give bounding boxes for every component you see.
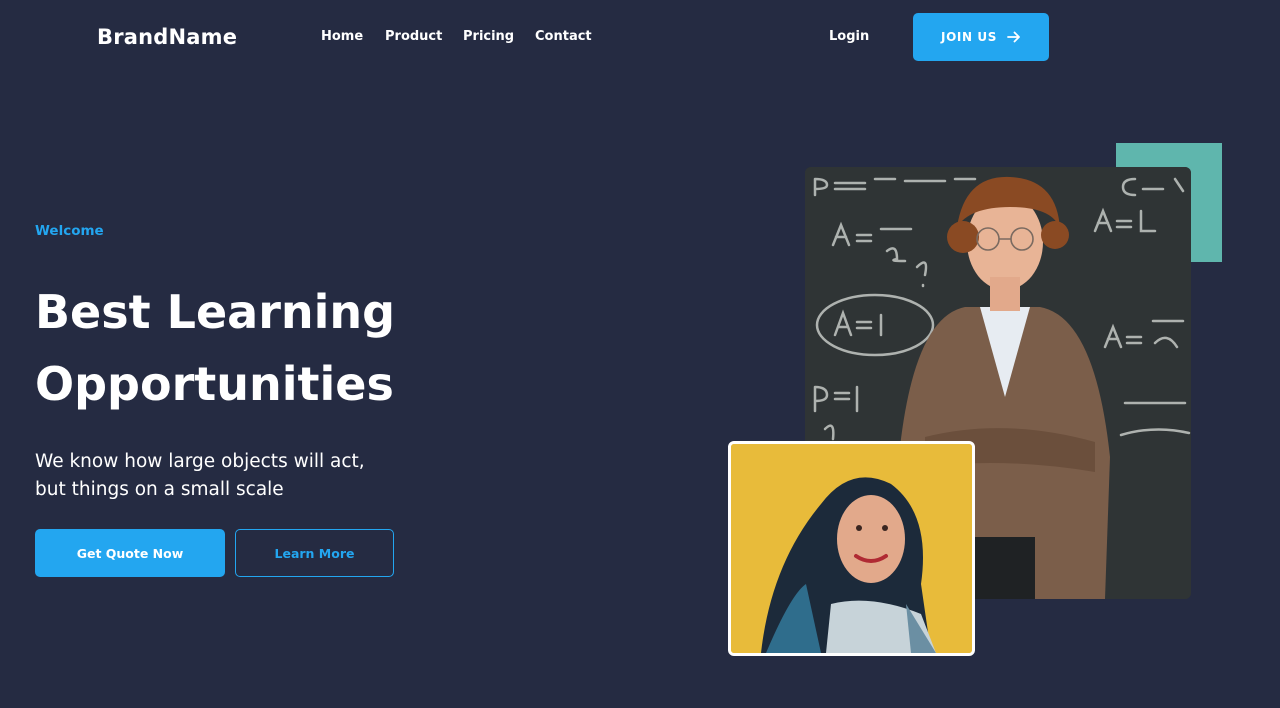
student-photo xyxy=(728,441,975,656)
nav-product[interactable]: Product xyxy=(385,29,442,44)
join-us-button[interactable]: JOIN US xyxy=(913,13,1049,61)
nav-pricing[interactable]: Pricing xyxy=(463,29,514,44)
login-link[interactable]: Login xyxy=(829,29,869,44)
get-quote-button[interactable]: Get Quote Now xyxy=(35,529,225,577)
hero-eyebrow: Welcome xyxy=(35,223,104,239)
hero-title: Best Learning Opportunities xyxy=(35,276,595,420)
learn-more-button[interactable]: Learn More xyxy=(235,529,394,577)
hero-title-line1: Best Learning xyxy=(35,285,396,339)
brand-logo[interactable]: BrandName xyxy=(97,25,237,49)
hero-title-line2: Opportunities xyxy=(35,357,394,411)
hero-subtitle: We know how large objects will act, but … xyxy=(35,448,455,504)
hero-subtitle-line2: but things on a small scale xyxy=(35,479,284,500)
nav-home[interactable]: Home xyxy=(321,29,363,44)
student-illustration xyxy=(731,444,972,653)
arrow-right-icon xyxy=(1007,31,1020,43)
hero-subtitle-line1: We know how large objects will act, xyxy=(35,451,365,472)
nav-contact[interactable]: Contact xyxy=(535,29,592,44)
join-us-label: JOIN US xyxy=(941,30,997,44)
